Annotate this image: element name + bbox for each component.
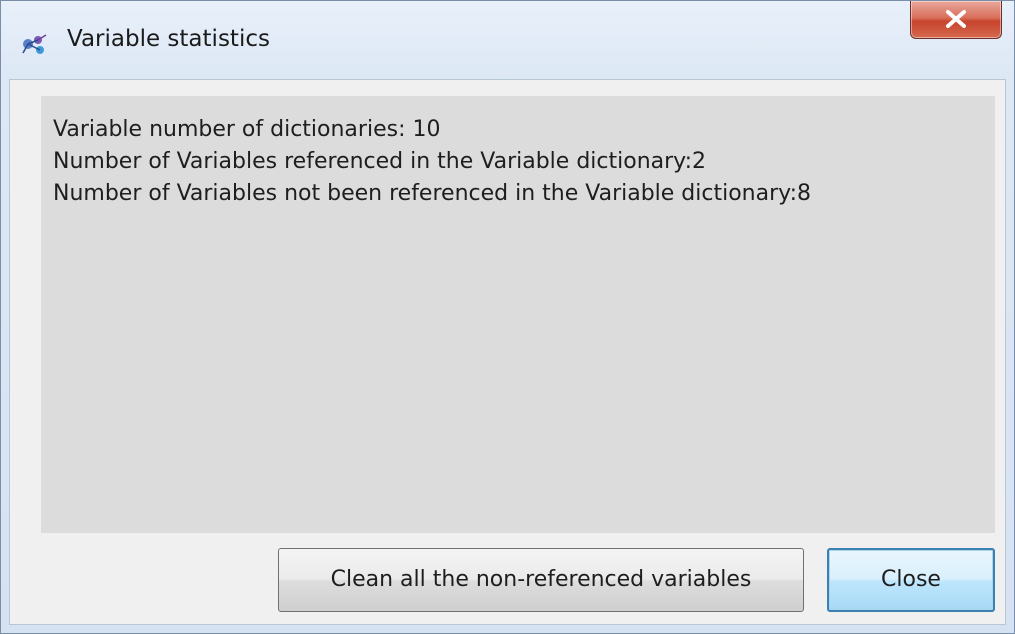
window-close-button[interactable] — [910, 1, 1002, 39]
variable-statistics-dialog: Variable statistics Variable number of d… — [0, 0, 1015, 634]
clean-non-referenced-button[interactable]: Clean all the non-referenced variables — [278, 548, 804, 612]
statistics-text-area[interactable]: Variable number of dictionaries: 10 Numb… — [41, 96, 995, 533]
close-button[interactable]: Close — [827, 548, 995, 612]
dialog-client-area: Variable number of dictionaries: 10 Numb… — [9, 79, 1006, 625]
stat-unreferenced-count: Number of Variables not been referenced … — [53, 181, 811, 206]
stat-dictionary-count: Variable number of dictionaries: 10 — [53, 117, 441, 142]
window-title: Variable statistics — [67, 26, 270, 52]
stat-referenced-count: Number of Variables referenced in the Va… — [53, 149, 706, 174]
variable-app-icon — [19, 31, 49, 57]
title-bar[interactable]: Variable statistics — [1, 1, 1014, 79]
